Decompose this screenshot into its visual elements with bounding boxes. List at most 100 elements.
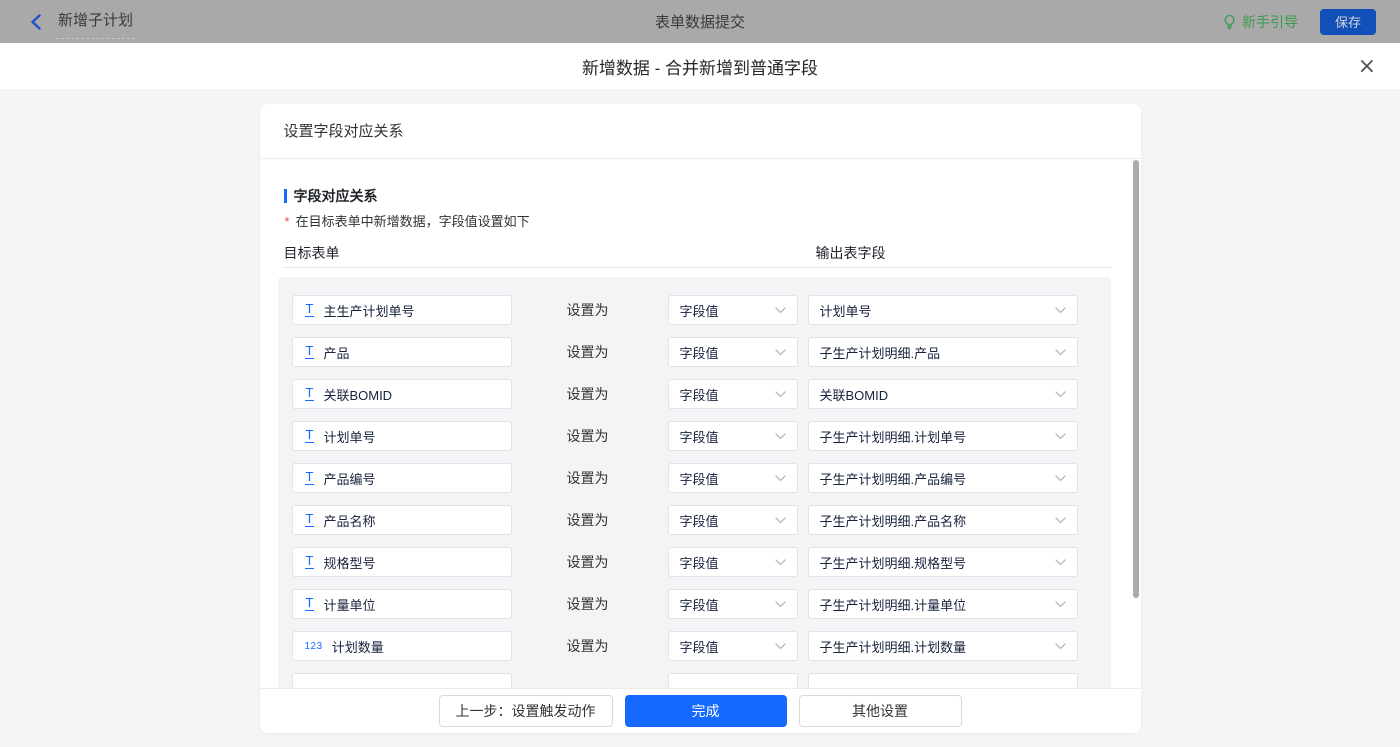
output-select-value: 关联BOMID [820, 385, 889, 404]
table-row: T 主生产计划单号 设置为 字段值 计划单号 [278, 295, 1111, 325]
output-select[interactable]: 子生产计划明细.产品编号 [808, 463, 1078, 493]
target-field-label: 计量单位 [323, 595, 375, 614]
table-row: T 产品 设置为 字段值 子生产计划明细.产品 [278, 337, 1111, 367]
target-field-box: T 产品编号 [292, 463, 512, 493]
chevron-down-icon [775, 433, 786, 440]
new-data-modal: 新增数据 - 合并新增到普通字段 × 设置字段对应关系 字段对应关系 *在目标表… [0, 43, 1400, 747]
mode-select-value: 字段值 [680, 385, 719, 404]
other-settings-button[interactable]: 其他设置 [799, 695, 962, 727]
target-field-box: T 关联BOMID [292, 379, 512, 409]
text-field-icon: T [305, 597, 315, 611]
mode-select-value: 字段值 [680, 301, 719, 320]
target-field-box: T 主生产计划单号 [292, 295, 512, 325]
mode-select-value: 字段值 [680, 427, 719, 446]
card-footer: 上一步：设置触发动作 完成 其他设置 [260, 688, 1141, 733]
set-as-label: 设置为 [567, 547, 609, 577]
finish-button[interactable]: 完成 [625, 695, 787, 727]
mode-select-value: 字段值 [680, 553, 719, 572]
set-as-label: 设置为 [567, 295, 609, 325]
card-header-title: 设置字段对应关系 [260, 104, 1141, 159]
mode-select[interactable]: 字段值 [668, 337, 798, 367]
chevron-down-icon [775, 475, 786, 482]
output-select-value: 子生产计划明细.规格型号 [820, 553, 967, 572]
helper-text: 在目标表单中新增数据，字段值设置如下 [296, 214, 530, 229]
mode-select[interactable]: 字段值 [668, 421, 798, 451]
table-row: T 计划单号 设置为 字段值 子生产计划明细.计划单号 [278, 421, 1111, 451]
card-body: 字段对应关系 *在目标表单中新增数据，字段值设置如下 目标表单 输出表字段 T … [260, 159, 1141, 688]
lightbulb-icon [1222, 14, 1237, 30]
mode-select[interactable] [668, 673, 798, 688]
output-select[interactable]: 子生产计划明细.计量单位 [808, 589, 1078, 619]
mode-select-value: 字段值 [680, 469, 719, 488]
close-icon[interactable]: × [1358, 56, 1376, 78]
beginner-guide-button[interactable]: 新手引导 [1222, 12, 1298, 32]
chevron-down-icon [1055, 307, 1066, 314]
number-field-icon: 123 [305, 641, 323, 652]
table-row: T 产品编号 设置为 字段值 子生产计划明细.产品编号 [278, 463, 1111, 493]
chevron-down-icon [1055, 475, 1066, 482]
mode-select-value: 字段值 [680, 343, 719, 362]
flow-title[interactable]: 新增子计划 [56, 5, 135, 39]
output-select[interactable]: 计划单号 [808, 295, 1078, 325]
chevron-down-icon [775, 601, 786, 608]
target-field-box: T 计划单号 [292, 421, 512, 451]
section-marker [284, 189, 287, 203]
target-field-label: 规格型号 [323, 553, 375, 572]
target-field-box: T 产品 [292, 337, 512, 367]
mode-select[interactable]: 字段值 [668, 463, 798, 493]
previous-step-button[interactable]: 上一步：设置触发动作 [439, 695, 613, 727]
target-field-box: 123 计划数量 [292, 631, 512, 661]
table-row: 123 计划数量 设置为 字段值 子生产计划明细.计划数量 [278, 631, 1111, 661]
chevron-down-icon [1055, 601, 1066, 608]
table-row: T 关联BOMID 设置为 字段值 关联BOMID [278, 379, 1111, 409]
output-select-value: 子生产计划明细.产品名称 [820, 511, 967, 530]
set-as-label: 设置为 [567, 337, 609, 367]
chevron-down-icon [1055, 559, 1066, 566]
output-select-value: 计划单号 [820, 301, 872, 320]
set-as-label: 设置为 [567, 463, 609, 493]
text-field-icon: T [305, 555, 315, 569]
rows-list: T 主生产计划单号 设置为 字段值 计划单号 T 产品 设置为 字段值 [278, 295, 1111, 661]
field-mapping-card: 设置字段对应关系 字段对应关系 *在目标表单中新增数据，字段值设置如下 目标表单… [260, 104, 1141, 733]
target-field-label: 产品编号 [323, 469, 375, 488]
mode-select[interactable]: 字段值 [668, 505, 798, 535]
mode-select[interactable]: 字段值 [668, 631, 798, 661]
target-field-box: T 规格型号 [292, 547, 512, 577]
mode-select[interactable]: 字段值 [668, 589, 798, 619]
output-select[interactable] [808, 673, 1078, 688]
save-button[interactable]: 保存 [1320, 9, 1376, 35]
target-field-label: 关联BOMID [323, 385, 392, 404]
set-as-label: 设置为 [567, 631, 609, 661]
output-select[interactable]: 关联BOMID [808, 379, 1078, 409]
beginner-guide-label: 新手引导 [1242, 12, 1298, 32]
set-as-label: 设置为 [567, 379, 609, 409]
table-row: T 规格型号 设置为 字段值 子生产计划明细.规格型号 [278, 547, 1111, 577]
target-field-label: 产品名称 [323, 511, 375, 530]
target-field-box [292, 673, 512, 688]
column-header-target-form: 目标表单 [284, 243, 340, 263]
column-header-output-field: 输出表字段 [816, 243, 886, 263]
mode-select[interactable]: 字段值 [668, 379, 798, 409]
back-button[interactable] [26, 12, 46, 32]
table-row-partial [278, 673, 1111, 688]
output-select-value: 子生产计划明细.计划单号 [820, 427, 967, 446]
chevron-left-icon [30, 14, 42, 30]
vertical-scrollbar-thumb[interactable] [1133, 160, 1139, 598]
table-row: T 计量单位 设置为 字段值 子生产计划明细.计量单位 [278, 589, 1111, 619]
modal-header: 新增数据 - 合并新增到普通字段 × [0, 43, 1400, 91]
mode-select-value: 字段值 [680, 637, 719, 656]
output-select-value: 子生产计划明细.产品 [820, 343, 941, 362]
output-select-value: 子生产计划明细.计划数量 [820, 637, 967, 656]
set-as-label: 设置为 [567, 421, 609, 451]
output-select[interactable]: 子生产计划明细.产品名称 [808, 505, 1078, 535]
helper-text-row: *在目标表单中新增数据，字段值设置如下 [285, 211, 530, 230]
output-select[interactable]: 子生产计划明细.规格型号 [808, 547, 1078, 577]
chevron-down-icon [775, 349, 786, 356]
chevron-down-icon [1055, 643, 1066, 650]
output-select[interactable]: 子生产计划明细.计划数量 [808, 631, 1078, 661]
mode-select[interactable]: 字段值 [668, 547, 798, 577]
text-field-icon: T [305, 387, 315, 401]
output-select[interactable]: 子生产计划明细.产品 [808, 337, 1078, 367]
output-select[interactable]: 子生产计划明细.计划单号 [808, 421, 1078, 451]
mode-select[interactable]: 字段值 [668, 295, 798, 325]
